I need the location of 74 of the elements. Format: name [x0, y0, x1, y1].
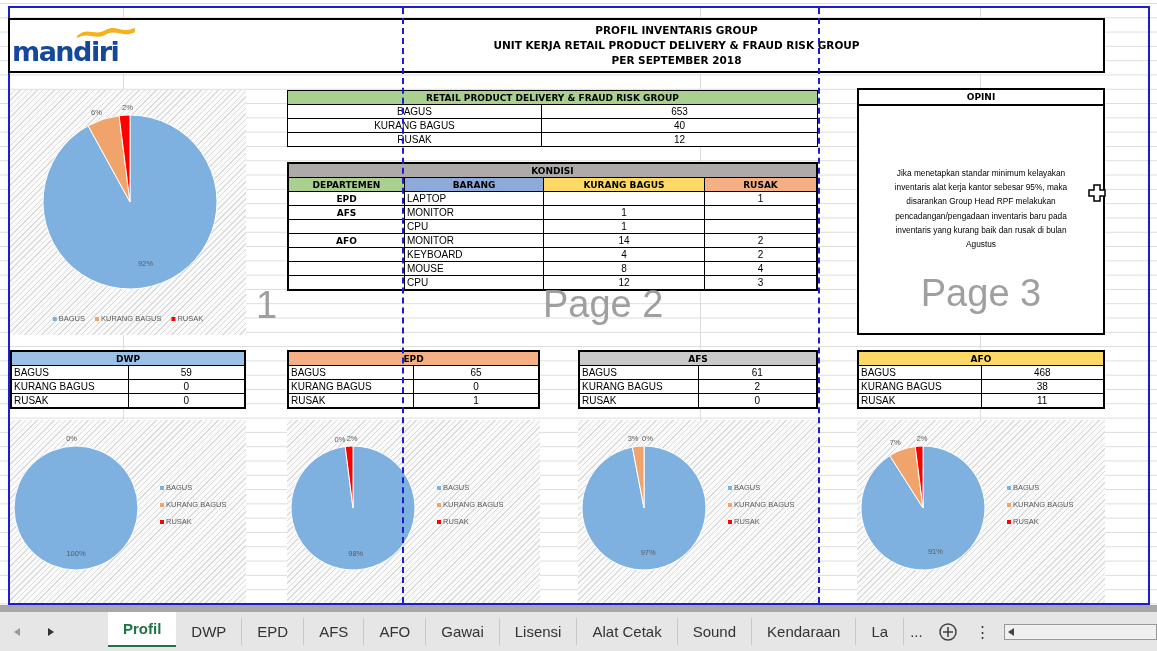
- title-text: PER SEPTEMBER 2018: [610, 53, 743, 68]
- sheet-tab[interactable]: Profil: [108, 612, 177, 647]
- add-sheet-icon[interactable]: [938, 622, 957, 641]
- table-cell: 468: [981, 365, 1104, 380]
- table-cell: BAGUS: [858, 365, 981, 380]
- table-cell: MOUSE: [404, 261, 544, 276]
- table-cell: 653: [541, 104, 818, 119]
- table-cell: 0: [413, 379, 539, 394]
- table-cell: MONITOR: [404, 233, 544, 248]
- sheet-tab[interactable]: Sound: [677, 618, 753, 645]
- table-cell: AFS: [288, 205, 405, 220]
- table-cell: KURANG BAGUS: [11, 379, 128, 394]
- table-cell: 12: [541, 132, 818, 147]
- sheet-tab[interactable]: AFS: [304, 618, 365, 645]
- table-cell: 4: [543, 247, 705, 262]
- table-cell: BAGUS: [11, 365, 128, 380]
- table-header: KONDISI: [288, 163, 817, 178]
- table-cell: 59: [128, 365, 245, 380]
- sheet-tab[interactable]: La: [856, 618, 905, 645]
- table-cell: 40: [541, 118, 818, 133]
- table-cell: 14: [543, 233, 705, 248]
- table-cell: RUSAK: [288, 393, 414, 408]
- table-cell: BAGUS: [288, 365, 414, 380]
- sheet-tab[interactable]: DWP: [176, 618, 243, 645]
- table-cell: RUSAK: [11, 393, 128, 408]
- table-header: EPD: [288, 351, 539, 366]
- table-cell: 0: [128, 379, 245, 394]
- scroll-left-icon[interactable]: [1007, 627, 1014, 636]
- table-cell: CPU: [404, 219, 544, 234]
- box-title: OPINI: [859, 90, 1103, 106]
- table-cell: 65: [413, 365, 539, 380]
- table-header: AFO: [858, 351, 1104, 366]
- opinion-text: Jika menetapkan standar minimum kelayakan inventaris alat kerja kantor sebesar 95%, maka disarankan Group Head RPF melakukan pencadangan/pengadaan inventaris baru pada inventaris yang kurang baik dan rusak di bulan Agustus: [893, 166, 1069, 252]
- table-cell: CPU: [404, 275, 544, 290]
- title-text: PROFIL INVENTARIS GROUP: [594, 23, 759, 38]
- table-cell: 4: [704, 261, 817, 276]
- horizontal-scrollbar[interactable]: [1003, 623, 1157, 640]
- sheet-tab[interactable]: EPD: [242, 618, 305, 645]
- table-cell: 1: [543, 205, 705, 220]
- table-header: AFS: [579, 351, 817, 366]
- title-text: UNIT KERJA RETAIL PRODUCT DELIVERY & FRAUD RISK GROUP: [492, 38, 861, 53]
- options-button[interactable]: ⋮: [966, 622, 998, 641]
- table-cell: AFO: [288, 233, 405, 248]
- scroll-right-icon[interactable]: [48, 627, 54, 636]
- table-cell: KURANG BAGUS: [579, 379, 698, 394]
- table-cell: RUSAK: [579, 393, 698, 408]
- sheet-tab[interactable]: Lisensi: [499, 618, 578, 645]
- table-cell: LAPTOP: [404, 191, 544, 206]
- table-cell: BAGUS: [579, 365, 698, 380]
- table-cell: EPD: [288, 191, 405, 206]
- table-cell: 8: [543, 261, 705, 276]
- sheet-tab[interactable]: Kendaraan: [752, 618, 857, 645]
- sheet-tab[interactable]: Gawai: [426, 618, 500, 645]
- page-number-label: Page 3: [920, 273, 1042, 314]
- table-cell: KURANG BAGUS: [287, 118, 542, 133]
- table-cell: 1: [543, 219, 705, 234]
- sheet-tab[interactable]: AFO: [364, 618, 427, 645]
- sheet-tab[interactable]: Alat Cetak: [577, 618, 678, 645]
- table-cell: 61: [698, 365, 817, 380]
- table-header: DWP: [11, 351, 245, 366]
- table-cell: 2: [704, 247, 817, 262]
- table-header: RETAIL PRODUCT DELIVERY & FRAUD RISK GROUP: [287, 90, 818, 105]
- page-number-label: 1: [255, 285, 278, 325]
- table-cell: KURANG BAGUS: [288, 379, 414, 394]
- table-cell: KEYBOARD: [404, 247, 544, 262]
- table-cell: 2: [698, 379, 817, 394]
- table-cell: RUSAK: [858, 393, 981, 408]
- table-cell: 1: [704, 191, 817, 206]
- table-cell: 2: [704, 233, 817, 248]
- table-cell: MONITOR: [404, 205, 544, 220]
- more-tabs-button[interactable]: ...: [904, 623, 929, 640]
- table-cell: 38: [981, 379, 1104, 394]
- table-cell: KURANG BAGUS: [858, 379, 981, 394]
- logo-text: mandiri: [12, 36, 119, 68]
